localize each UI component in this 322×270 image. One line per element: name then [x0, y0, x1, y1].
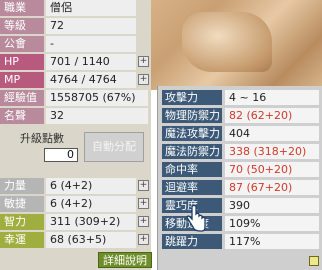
stat-row-exp: 經驗值 1558705 (67%): [0, 90, 151, 106]
dex-label: 敏捷: [0, 196, 44, 212]
detail-label: 迴避率: [162, 180, 222, 195]
detail-row-avoid: 迴避率 87 (67+20): [162, 180, 320, 196]
luk-plus-button[interactable]: +: [138, 234, 149, 245]
detail-toggle-button[interactable]: 詳細說明: [98, 252, 152, 268]
detail-value: 4 ~ 16: [225, 90, 319, 105]
ability-point-area: 升級點數 0 自動分配: [0, 124, 151, 174]
exp-value: 1558705 (67%): [46, 90, 148, 106]
fame-label: 名聲: [0, 108, 44, 124]
character-stat-window: 職業 僧侶 等級 72 公會 - HP 701 / 1140 + MP 4764…: [0, 0, 152, 270]
stat-row-level: 等級 72: [0, 18, 151, 34]
stat-row-mp: MP 4764 / 4764 +: [0, 72, 151, 88]
detail-row-jump: 跳躍力 117%: [162, 234, 320, 250]
detail-label: 魔法攻擊力: [162, 126, 222, 141]
hp-plus-button[interactable]: +: [138, 56, 149, 67]
detail-label: 物理防禦力: [162, 108, 222, 123]
mp-label: MP: [0, 72, 44, 88]
detail-value: 82 (62+20): [225, 108, 319, 123]
detail-value: 109%: [225, 216, 319, 231]
auto-assign-button[interactable]: 自動分配: [84, 132, 144, 162]
level-label: 等級: [0, 18, 44, 34]
detail-label: 跳躍力: [162, 234, 222, 249]
detail-row-magic-atk: 魔法攻擊力 404: [162, 126, 320, 142]
detail-stat-window: 攻擊力 4 ~ 16 物理防禦力 82 (62+20) 魔法攻擊力 404 魔法…: [157, 86, 322, 270]
detail-row-phys-def: 物理防禦力 82 (62+20): [162, 108, 320, 124]
exp-label: 經驗值: [0, 90, 44, 106]
detail-value: 404: [225, 126, 319, 141]
guild-label: 公會: [0, 36, 44, 52]
detail-label: 攻擊力: [162, 90, 222, 105]
detail-value: 338 (318+20): [225, 144, 319, 159]
luk-value: 68 (63+5): [46, 232, 136, 248]
mp-value: 4764 / 4764: [46, 72, 136, 88]
detail-value: 87 (67+20): [225, 180, 319, 195]
guild-value: -: [46, 36, 136, 52]
window-corner-icon[interactable]: [309, 256, 319, 266]
job-label: 職業: [0, 0, 44, 16]
str-plus-button[interactable]: +: [138, 180, 149, 191]
stat-row-fame: 名聲 32: [0, 108, 151, 124]
background-rock: [182, 12, 272, 72]
level-value: 72: [46, 18, 136, 34]
detail-row-magic-def: 魔法防禦力 338 (318+20): [162, 144, 320, 160]
background-scenery: [142, 0, 322, 90]
hp-value: 701 / 1140: [46, 54, 136, 70]
dex-plus-button[interactable]: +: [138, 198, 149, 209]
detail-value: 70 (50+20): [225, 162, 319, 177]
hand-cursor-icon: [186, 205, 206, 232]
attr-row-luk: 幸運 68 (63+5) +: [0, 232, 151, 248]
detail-row-accuracy: 命中率 70 (50+20): [162, 162, 320, 178]
ability-point-value: 0: [44, 148, 78, 162]
str-label: 力量: [0, 178, 44, 194]
int-label: 智力: [0, 214, 44, 230]
fame-value: 32: [46, 108, 148, 124]
detail-value: 390: [225, 198, 319, 213]
detail-label: 命中率: [162, 162, 222, 177]
int-plus-button[interactable]: +: [138, 216, 149, 227]
stat-row-guild: 公會 -: [0, 36, 151, 52]
attr-row-int: 智力 311 (309+2) +: [0, 214, 151, 230]
job-value: 僧侶: [46, 0, 136, 16]
ability-point-label: 升級點數: [20, 132, 64, 145]
detail-row-attack: 攻擊力 4 ~ 16: [162, 90, 320, 106]
attr-row-dex: 敏捷 6 (4+2) +: [0, 196, 151, 212]
detail-value: 117%: [225, 234, 319, 249]
dex-value: 6 (4+2): [46, 196, 136, 212]
attr-row-str: 力量 6 (4+2) +: [0, 178, 151, 194]
stat-row-job: 職業 僧侶: [0, 0, 151, 16]
hp-label: HP: [0, 54, 44, 70]
detail-label: 魔法防禦力: [162, 144, 222, 159]
mp-plus-button[interactable]: +: [138, 74, 149, 85]
luk-label: 幸運: [0, 232, 44, 248]
int-value: 311 (309+2): [46, 214, 136, 230]
str-value: 6 (4+2): [46, 178, 136, 194]
stat-row-hp: HP 701 / 1140 +: [0, 54, 151, 70]
